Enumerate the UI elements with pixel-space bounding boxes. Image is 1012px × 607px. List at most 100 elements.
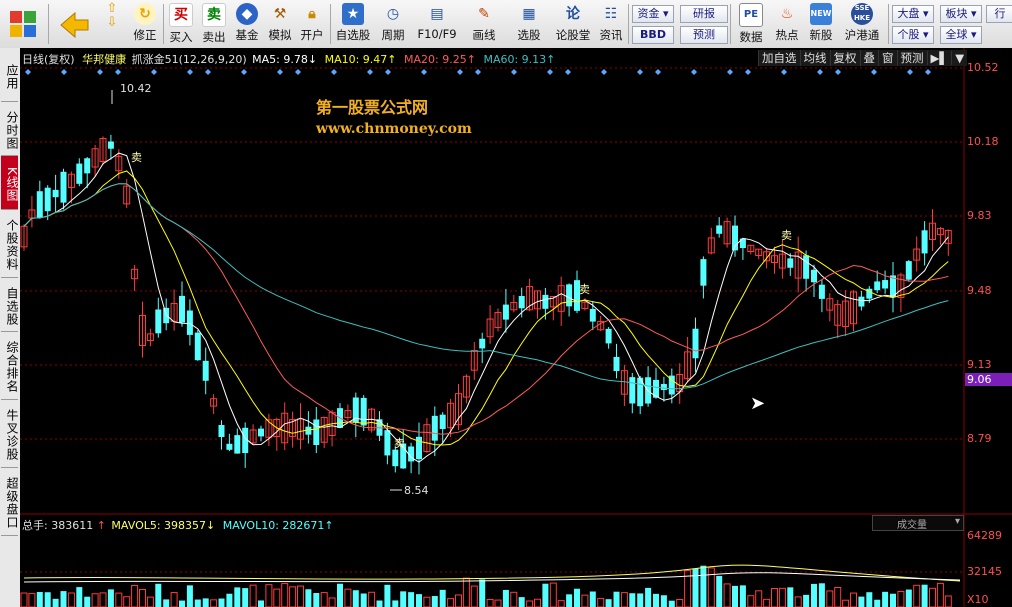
- watchlist-button[interactable]: ★ 自选股: [333, 2, 373, 46]
- candle-down: [84, 158, 91, 174]
- volume-bar-up: [581, 594, 589, 607]
- signal-marker: [367, 69, 373, 75]
- candle-down: [629, 377, 636, 404]
- candle-down: [36, 191, 43, 218]
- forum-button[interactable]: 论 论股堂: [554, 2, 592, 46]
- sell-button[interactable]: 卖 卖出: [199, 2, 229, 46]
- stock-dropdown[interactable]: 个股 ▾: [892, 26, 934, 44]
- price-axis-label: 9.13: [967, 358, 992, 371]
- volume-bar-down: [392, 600, 399, 607]
- volume-bar-up: [115, 592, 123, 607]
- volume-bar-down: [732, 585, 738, 607]
- volume-bar-up: [146, 596, 154, 607]
- signal-marker: [97, 69, 103, 75]
- fund-button[interactable]: ◆ 基金: [232, 2, 262, 46]
- menu-chevron-icon[interactable]: ▼: [951, 51, 967, 65]
- volume-bar-down: [613, 591, 620, 607]
- buy-button[interactable]: 买 买入: [166, 2, 196, 46]
- volume-bar-up: [834, 586, 842, 607]
- f10-button[interactable]: ▤ F10/F9: [414, 2, 460, 46]
- stock-picker-button[interactable]: ▦ 选股: [508, 2, 550, 46]
- volume-axis-label: 32145: [967, 565, 1002, 578]
- candle-down: [518, 295, 525, 309]
- capital-button[interactable]: 资金 ▾: [632, 5, 674, 23]
- new-stock-button[interactable]: NEW 新股: [806, 2, 836, 46]
- add-watchlist-button[interactable]: 加自选: [758, 50, 800, 66]
- hk-connect-label: 沪港通: [844, 28, 880, 42]
- simulate-button[interactable]: ⚒ 模拟: [265, 2, 295, 46]
- candle-down: [258, 428, 264, 437]
- market-dropdown[interactable]: 大盘 ▾: [892, 5, 934, 23]
- watchlist-label: 自选股: [335, 28, 371, 42]
- research-button[interactable]: 研报: [680, 5, 728, 23]
- volume-header: 总手: 383611 ↑ MAVOL5: 398357↓ MAVOL10: 28…: [22, 519, 334, 532]
- kline-chart-area[interactable]: 日线(复权) 华邦健康 抓涨金51(12,26,9,20) MA5: 9.78↓…: [20, 48, 1012, 607]
- candle-down: [874, 281, 881, 291]
- refresh-icon: ↻: [134, 3, 156, 25]
- side-tab-intraday[interactable]: 分时图: [1, 102, 19, 156]
- candle-down: [716, 225, 723, 234]
- main-toolbar: ⇧ ⇩ ↻ 修正 买 买入 卖 卖出 ◆ 基金 ⚒ 模拟 🔒︎ 开户 ★ 自选股…: [0, 0, 1012, 49]
- open-account-button[interactable]: 🔒︎ 开户: [298, 2, 326, 46]
- candle-down: [660, 384, 667, 391]
- side-tab-diagnosis[interactable]: 牛叉诊股: [1, 400, 19, 468]
- candle-down: [858, 296, 865, 307]
- candle-down: [803, 255, 810, 279]
- volume-bar-down: [218, 598, 225, 607]
- period-label: 日线(复权): [22, 53, 75, 66]
- side-tab-watchlist[interactable]: 自选股: [1, 278, 19, 332]
- signal-marker: [691, 69, 697, 75]
- volume-bar-down: [179, 600, 185, 607]
- global-dropdown[interactable]: 全球 ▾: [940, 26, 982, 44]
- side-tab-app[interactable]: 应用: [1, 50, 19, 102]
- buy-label: 买入: [169, 30, 193, 44]
- signal-marker: [547, 69, 553, 75]
- window-button[interactable]: 窗: [878, 50, 897, 66]
- signal-marker: [871, 69, 877, 75]
- news-button[interactable]: ☷ 资讯: [596, 2, 626, 46]
- data-button[interactable]: PE 数据: [734, 2, 768, 46]
- ma5-value: MA5: 9.78↓: [252, 53, 318, 66]
- volume-bar-up: [249, 584, 257, 607]
- mavol10-value: MAVOL10: 282671↑: [222, 519, 334, 532]
- high-price-annotation: 10.42: [120, 82, 152, 95]
- fix-button[interactable]: ↻ 修正: [130, 2, 160, 46]
- side-tab-profile[interactable]: 个股资料: [1, 210, 19, 278]
- indicator-dropdown[interactable]: 成交量 ▾: [872, 515, 964, 531]
- volume-bar-down: [194, 599, 201, 607]
- volume-bar-up: [771, 588, 778, 607]
- side-tab-order-book[interactable]: 超级盘口: [1, 468, 19, 536]
- ma-button[interactable]: 均线: [799, 50, 830, 66]
- volume-bar-down: [502, 589, 509, 607]
- volume-bar-up: [897, 590, 905, 607]
- overlay-button[interactable]: 叠: [859, 50, 879, 66]
- hk-connect-button[interactable]: SSE HKE 沪港通: [840, 2, 884, 46]
- ma5-line: [23, 152, 949, 463]
- dropdown-chevron-icon: ▾: [954, 516, 960, 527]
- mavol5-line: [23, 564, 961, 582]
- sector-dropdown[interactable]: 板块 ▾: [940, 5, 982, 23]
- forecast-button[interactable]: 预测: [680, 26, 728, 44]
- bbd-button[interactable]: BBD: [632, 26, 674, 44]
- back-button[interactable]: [54, 2, 94, 46]
- mavol5-value: MAVOL5: 398357↓: [111, 519, 216, 532]
- fund-label: 基金: [235, 28, 259, 42]
- volume-bar-down: [155, 583, 162, 607]
- app-logo[interactable]: [2, 2, 44, 46]
- hotspot-button[interactable]: ♨ 热点: [772, 2, 802, 46]
- signal-marker: [421, 69, 427, 75]
- news-label: 资讯: [599, 28, 623, 42]
- period-button[interactable]: ◷ 周期: [377, 2, 409, 46]
- volume-bar-down: [376, 600, 383, 607]
- side-tab-ranking[interactable]: 综合排名: [1, 332, 19, 400]
- up-down-button[interactable]: ⇧ ⇩: [98, 2, 126, 46]
- volume-bar-down: [44, 592, 51, 607]
- forecast-button[interactable]: 预测: [896, 50, 927, 66]
- side-tab-kline[interactable]: K线图: [1, 156, 19, 210]
- volume-bar-up: [297, 585, 304, 607]
- play-icon[interactable]: ▶▌: [926, 51, 952, 65]
- adjust-button[interactable]: 复权: [829, 50, 860, 66]
- draw-line-button[interactable]: ✎ 画线: [466, 2, 502, 46]
- industry-button[interactable]: 行: [986, 5, 1012, 23]
- candle-down: [613, 356, 620, 372]
